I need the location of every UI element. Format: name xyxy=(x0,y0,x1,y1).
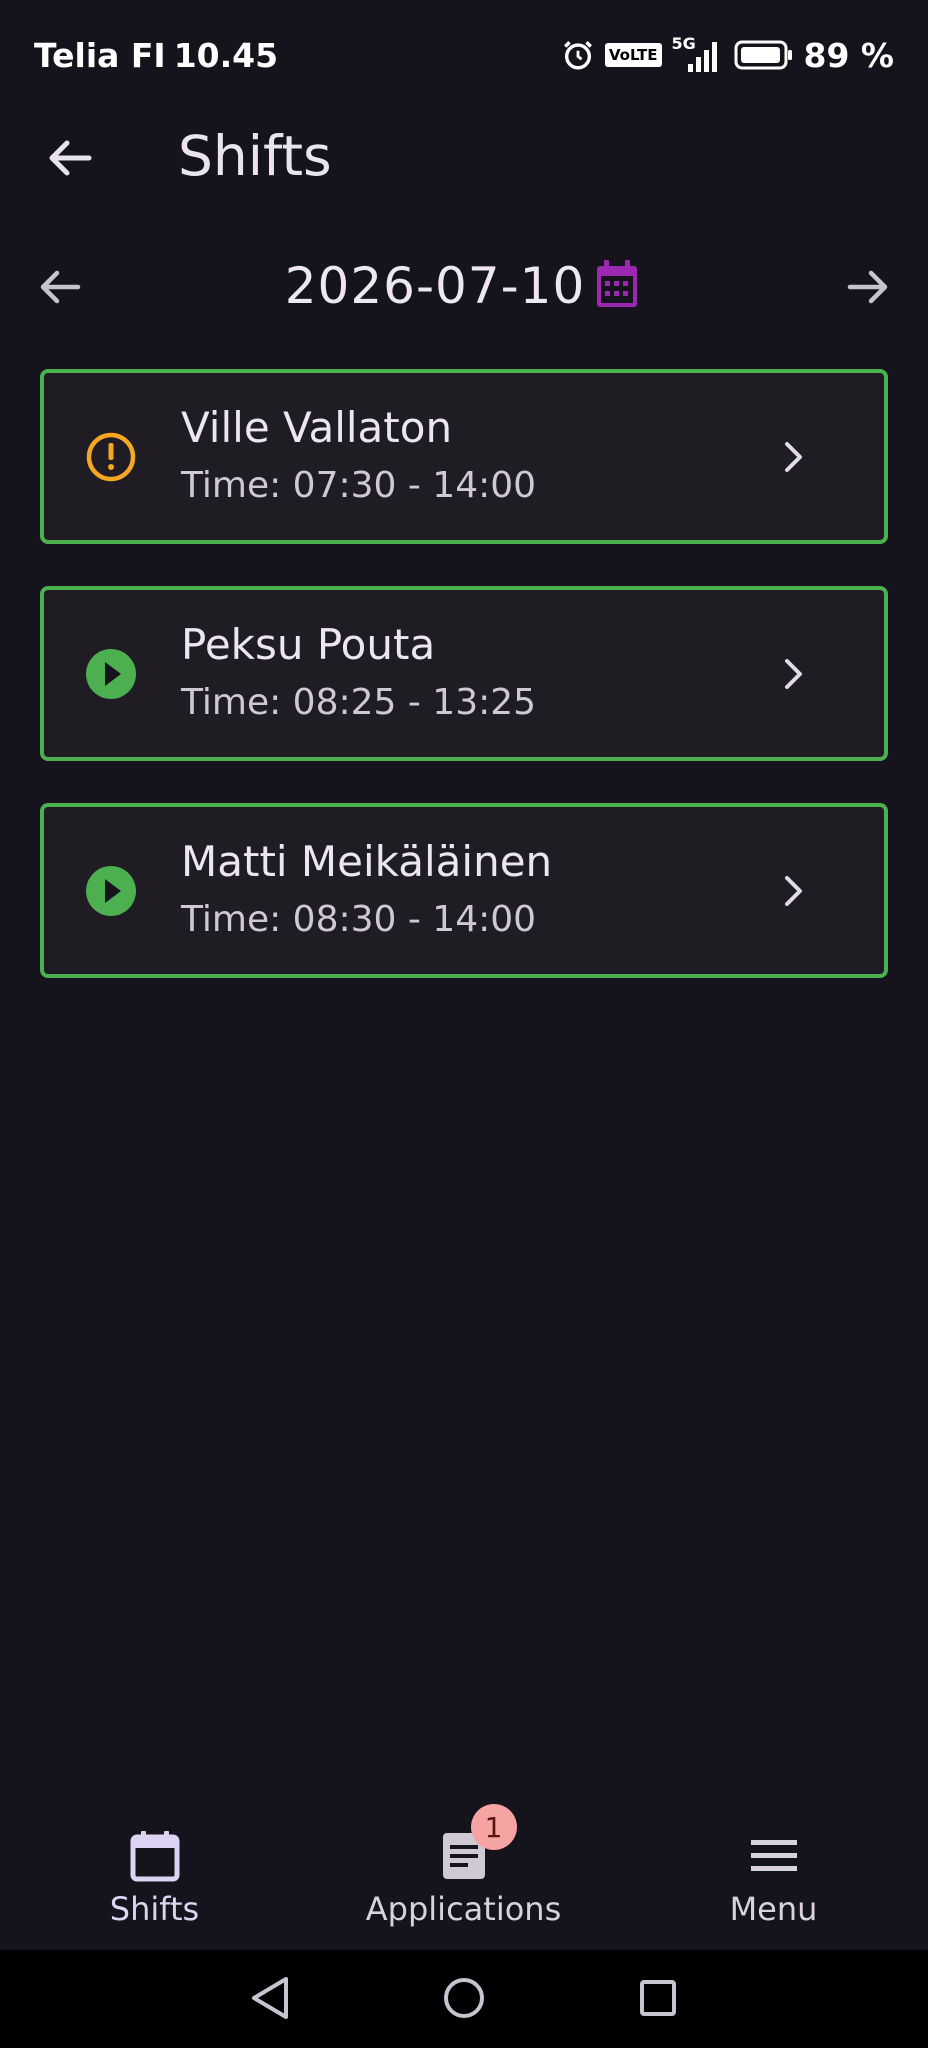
play-icon xyxy=(84,864,138,918)
menu-icon xyxy=(749,1826,799,1886)
nav-item-shifts[interactable]: Shifts xyxy=(0,1790,309,1950)
page-title: Shifts xyxy=(178,124,332,188)
calendar-icon xyxy=(594,258,640,314)
shift-card[interactable]: Ville Vallaton Time: 07:30 - 14:00 xyxy=(40,369,888,544)
shift-time: Time: 07:30 - 14:00 xyxy=(181,465,537,506)
chevron-right-icon xyxy=(774,433,814,481)
notification-badge: 1 xyxy=(470,1804,517,1850)
nav-item-menu[interactable]: Menu xyxy=(619,1790,928,1950)
system-navigation-bar xyxy=(0,1950,928,2048)
nav-label-menu: Menu xyxy=(729,1890,818,1928)
calendar-picker-button[interactable] xyxy=(591,258,643,314)
date-navigation: 2026-07-10 xyxy=(0,245,928,331)
play-icon xyxy=(84,647,138,701)
system-recents-button[interactable] xyxy=(630,1972,686,2028)
triangle-back-icon xyxy=(248,1975,292,2025)
shift-list: Ville Vallaton Time: 07:30 - 14:00 Peksu… xyxy=(40,369,888,1020)
arrow-left-icon xyxy=(47,138,93,182)
status-bar: Telia FI 10.45 VoLTE 5G 89 % xyxy=(0,0,928,110)
date-display: 2026-07-10 xyxy=(0,257,928,315)
shift-card[interactable]: Peksu Pouta Time: 08:25 - 13:25 xyxy=(40,586,888,761)
clock: 10.45 xyxy=(173,35,279,75)
status-right: VoLTE 5G 89 % xyxy=(561,34,894,75)
system-home-button[interactable] xyxy=(436,1972,492,2028)
nav-item-applications[interactable]: 1 Applications xyxy=(309,1790,618,1950)
warning-icon xyxy=(84,430,138,484)
carrier-name: Telia FI xyxy=(34,35,166,75)
nav-label-applications: Applications xyxy=(365,1890,562,1928)
next-day-button[interactable] xyxy=(838,259,898,319)
shift-employee-name: Matti Meikäläinen xyxy=(181,837,553,886)
alarm-icon xyxy=(561,38,595,72)
battery-icon xyxy=(734,39,794,71)
battery-percent: 89 % xyxy=(803,35,894,75)
bottom-navigation: Shifts 1 Applications Menu xyxy=(0,1790,928,1950)
screen: Telia FI 10.45 VoLTE 5G 89 % Shifts 2026… xyxy=(0,0,928,2048)
signal-icon: 5G xyxy=(672,34,724,72)
circle-home-icon xyxy=(441,1975,487,2025)
shift-employee-name: Peksu Pouta xyxy=(181,620,436,669)
document-icon: 1 xyxy=(441,1804,517,1886)
chevron-right-icon xyxy=(774,867,814,915)
shift-time: Time: 08:30 - 14:00 xyxy=(181,899,537,940)
app-bar: Shifts xyxy=(0,110,928,210)
status-left: Telia FI 10.45 xyxy=(34,36,278,75)
system-back-button[interactable] xyxy=(242,1972,298,2028)
nav-label-shifts: Shifts xyxy=(109,1890,200,1928)
chevron-right-icon xyxy=(774,650,814,698)
shift-time: Time: 08:25 - 13:25 xyxy=(181,682,537,723)
square-recents-icon xyxy=(637,1977,679,2023)
selected-date[interactable]: 2026-07-10 xyxy=(285,257,586,315)
volte-icon: VoLTE xyxy=(604,43,662,67)
shift-card[interactable]: Matti Meikäläinen Time: 08:30 - 14:00 xyxy=(40,803,888,978)
arrow-right-icon xyxy=(846,267,890,311)
back-button[interactable] xyxy=(34,128,106,192)
calendar-icon xyxy=(129,1826,181,1886)
shift-employee-name: Ville Vallaton xyxy=(181,403,453,452)
